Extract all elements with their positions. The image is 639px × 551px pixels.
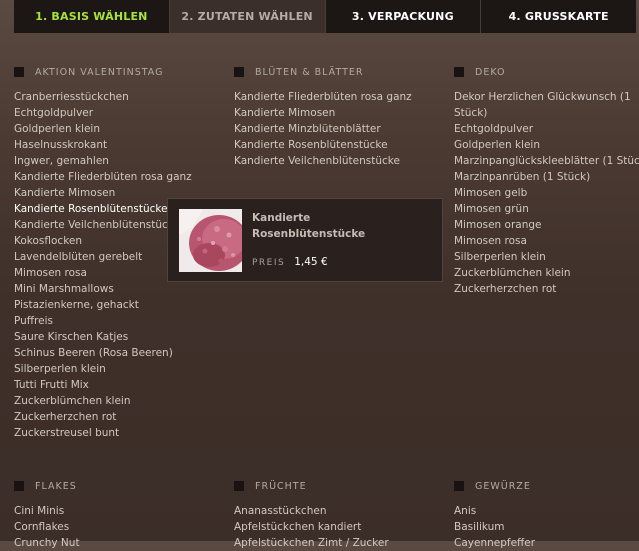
ingredient-item[interactable]: Dekor Herzlichen Glückwunsch (1 Stück) xyxy=(454,89,634,121)
ingredient-item[interactable]: Kandierte Fliederblüten rosa ganz xyxy=(234,89,434,105)
ingredient-item[interactable]: Basilikum xyxy=(454,519,634,535)
ingredient-item[interactable]: Puffreis xyxy=(14,313,214,329)
category-title: BLÜTEN & BLÄTTER xyxy=(255,66,364,78)
ingredient-item[interactable]: Silberperlen klein xyxy=(14,361,214,377)
ingredient-item[interactable]: Mimosen rosa xyxy=(454,233,634,249)
product-price-row: PREIS 1,45 € xyxy=(252,256,328,268)
ingredient-item[interactable]: Kandierte Veilchenblütenstücke xyxy=(234,153,434,169)
category-bullet-icon xyxy=(234,481,244,491)
ingredient-item[interactable]: Apfelstückchen Zimt / Zucker xyxy=(234,535,434,551)
ingredient-item[interactable]: Cranberriesstückchen xyxy=(14,89,214,105)
ingredient-item[interactable]: Cornflakes xyxy=(14,519,214,535)
category-title: GEWÜRZE xyxy=(475,480,531,492)
ingredient-item[interactable]: Crunchy Nut xyxy=(14,535,214,551)
category-bullet-icon xyxy=(234,67,244,77)
ingredient-list: Cini Minis Cornflakes Crunchy Nut xyxy=(14,503,214,551)
ingredient-list: Dekor Herzlichen Glückwunsch (1 Stück) E… xyxy=(454,89,639,297)
step-navigation: 1. BASIS WÄHLEN 2. ZUTATEN WÄHLEN 3. VER… xyxy=(14,0,636,33)
category-bullet-icon xyxy=(14,67,24,77)
ingredient-item[interactable]: Zuckerstreusel bunt xyxy=(14,425,214,441)
rose-petals-image xyxy=(179,209,242,272)
ingredient-item[interactable]: Marzinpanglückskleeblätter (1 Stück) xyxy=(454,153,639,169)
ingredient-item[interactable]: Pistazienkerne, gehackt xyxy=(14,297,214,313)
ingredient-item[interactable]: Echtgoldpulver xyxy=(14,105,214,121)
ingredient-item[interactable]: Zuckerherzchen rot xyxy=(454,281,634,297)
category-bullet-icon xyxy=(454,481,464,491)
ingredient-item[interactable]: Kandierte Mimosen xyxy=(234,105,434,121)
product-name: Kandierte Rosenblütenstücke xyxy=(252,212,366,240)
category-gewuerze: GEWÜRZE Anis Basilikum Cayennepfeffer xyxy=(454,480,634,551)
ingredient-item[interactable]: Echtgoldpulver xyxy=(454,121,634,137)
category-title: AKTION VALENTINSTAG xyxy=(35,66,164,78)
category-title: FLAKES xyxy=(35,480,77,492)
category-bullet-icon xyxy=(14,481,24,491)
ingredient-item[interactable]: Zuckerherzchen rot xyxy=(14,409,214,425)
ingredient-item[interactable]: Silberperlen klein xyxy=(454,249,634,265)
step-grusskarte[interactable]: 4. GRUSSKARTE xyxy=(481,0,636,33)
ingredient-item[interactable]: Cini Minis xyxy=(14,503,214,519)
ingredient-item[interactable]: Ananasstückchen xyxy=(234,503,434,519)
ingredient-item[interactable]: Kandierte Minzblütenblätter xyxy=(234,121,434,137)
ingredient-item[interactable]: Mimosen grün xyxy=(454,201,634,217)
step-verpackung[interactable]: 3. VERPACKUNG xyxy=(325,0,482,33)
category-flakes: FLAKES Cini Minis Cornflakes Crunchy Nut xyxy=(14,480,214,551)
ingredient-item[interactable]: Kandierte Rosenblütenstücke xyxy=(234,137,434,153)
price-value: 1,45 € xyxy=(294,256,328,268)
ingredient-item[interactable]: Ingwer, gemahlen xyxy=(14,153,214,169)
ingredient-item[interactable]: Mini Marshmallows xyxy=(14,281,214,297)
price-label: PREIS xyxy=(252,258,286,268)
ingredient-item[interactable]: Apfelstückchen kandiert xyxy=(234,519,434,535)
ingredient-item[interactable]: Kandierte Fliederblüten rosa ganz xyxy=(14,169,214,185)
ingredient-item[interactable]: Goldperlen klein xyxy=(14,121,214,137)
ingredient-item[interactable]: Anis xyxy=(454,503,634,519)
step-zutaten[interactable]: 2. ZUTATEN WÄHLEN xyxy=(169,0,326,33)
category-deko: DEKO Dekor Herzlichen Glückwunsch (1 Stü… xyxy=(454,66,639,297)
ingredient-item[interactable]: Zuckerblümchen klein xyxy=(14,393,214,409)
category-bullet-icon xyxy=(454,67,464,77)
ingredient-item[interactable]: Cayennepfeffer xyxy=(454,535,634,551)
ingredient-item[interactable]: Goldperlen klein xyxy=(454,137,634,153)
category-title: FRÜCHTE xyxy=(255,480,307,492)
ingredient-item[interactable]: Haselnusskrokant xyxy=(14,137,214,153)
ingredient-item[interactable]: Zuckerblümchen klein xyxy=(454,265,634,281)
category-title: DEKO xyxy=(475,66,506,78)
ingredient-item[interactable]: Schinus Beeren (Rosa Beeren) xyxy=(14,345,214,361)
ingredient-item[interactable]: Marzinpanrüben (1 Stück) xyxy=(454,169,634,185)
ingredient-item[interactable]: Tutti Frutti Mix xyxy=(14,377,214,393)
ingredient-list: Kandierte Fliederblüten rosa ganz Kandie… xyxy=(234,89,434,169)
ingredient-item[interactable]: Saure Kirschen Katjes xyxy=(14,329,214,345)
product-image xyxy=(179,209,242,272)
ingredient-item[interactable]: Mimosen orange xyxy=(454,217,634,233)
ingredient-list: Ananasstückchen Apfelstückchen kandiert … xyxy=(234,503,434,551)
category-fruechte: FRÜCHTE Ananasstückchen Apfelstückchen k… xyxy=(234,480,434,551)
ingredient-item[interactable]: Mimosen gelb xyxy=(454,185,634,201)
product-tooltip: Kandierte Rosenblütenstücke PREIS 1,45 € xyxy=(167,198,443,282)
category-blueten-blaetter: BLÜTEN & BLÄTTER Kandierte Fliederblüten… xyxy=(234,66,434,169)
ingredient-list: Anis Basilikum Cayennepfeffer xyxy=(454,503,634,551)
step-basis[interactable]: 1. BASIS WÄHLEN xyxy=(14,0,170,33)
